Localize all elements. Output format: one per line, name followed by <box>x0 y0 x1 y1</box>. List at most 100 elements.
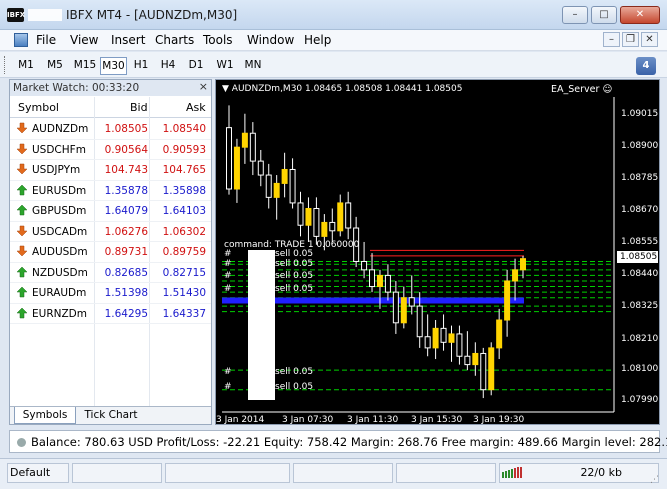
market-watch-row[interactable]: USDCADm 1.06276 1.06302 <box>10 222 211 242</box>
status-cell <box>165 463 290 483</box>
tab-symbols[interactable]: Symbols <box>14 407 76 424</box>
arrow-down-icon <box>16 122 28 134</box>
price-tick-label: 1.08325 <box>621 301 659 312</box>
bid-price: 0.89731 <box>104 246 148 258</box>
arrow-down-icon <box>16 143 28 154</box>
ask-price: 1.64103 <box>162 205 206 217</box>
market-watch-row[interactable]: USDJPYm 104.743 104.765 <box>10 160 211 181</box>
status-cell <box>396 463 496 483</box>
tab-tick-chart[interactable]: Tick Chart <box>76 407 146 424</box>
symbol-name: NZDUSDm <box>32 266 88 279</box>
app-icon: IBFX <box>7 8 25 22</box>
maximize-button[interactable]: □ <box>591 6 617 24</box>
account-balance-bar: Balance: 780.63 USD Profit/Loss: -22.21 … <box>9 430 667 453</box>
close-button[interactable]: ✕ <box>620 6 660 24</box>
bid-price: 1.64295 <box>104 307 148 320</box>
arrow-up-icon <box>16 266 28 277</box>
tf-d1[interactable]: D1 <box>186 57 206 75</box>
col-bid[interactable]: Bid <box>130 101 148 114</box>
col-ask[interactable]: Ask <box>186 101 206 114</box>
account-summary: Balance: 780.63 USD Profit/Loss: -22.21 … <box>31 435 667 449</box>
connection-meter-icon <box>502 467 522 478</box>
bid-price: 1.64079 <box>104 205 148 217</box>
arrow-down-icon <box>16 163 28 175</box>
market-watch-panel: Market Watch: 00:33:20 × Symbol Bid Ask … <box>9 79 212 425</box>
document-icon <box>14 33 28 47</box>
market-watch-header: Symbol Bid Ask <box>10 97 211 118</box>
toolbar-grip[interactable] <box>4 56 7 74</box>
tf-h4[interactable]: H4 <box>158 57 178 75</box>
bid-price: 1.08505 <box>104 123 148 135</box>
menu-file[interactable]: File <box>36 33 56 47</box>
market-watch-tabs: Symbols Tick Chart <box>10 406 211 424</box>
arrow-down-icon <box>16 225 28 236</box>
col-symbol[interactable]: Symbol <box>18 101 59 114</box>
tf-mn[interactable]: MN <box>241 57 265 75</box>
mdi-restore-button[interactable]: ❐ <box>622 32 639 47</box>
bid-price: 1.06276 <box>104 225 148 238</box>
chart-collapse-icon: ▼ <box>222 84 232 94</box>
menu-tools[interactable]: Tools <box>203 33 233 47</box>
price-tick-label: 1.08900 <box>621 141 659 152</box>
market-watch-row[interactable]: EURUSDm 1.35878 1.35898 <box>10 181 211 201</box>
order-marker: # <box>224 259 232 269</box>
menu-help[interactable]: Help <box>304 33 331 47</box>
order-label: sell 0.05 <box>275 249 314 259</box>
market-watch-row[interactable]: NZDUSDm 0.82685 0.82715 <box>10 263 211 283</box>
price-tick-label: 1.09015 <box>621 109 659 120</box>
bid-price: 1.35878 <box>104 184 148 197</box>
tf-h1[interactable]: H1 <box>131 57 151 75</box>
ask-price: 0.89759 <box>162 246 206 258</box>
arrow-up-icon <box>16 184 28 195</box>
market-watch-row[interactable]: AUDUSDm 0.89731 0.89759 <box>10 242 211 263</box>
tf-w1[interactable]: W1 <box>214 57 236 75</box>
status-cell <box>72 463 162 483</box>
ask-price: 1.64337 <box>162 307 206 320</box>
mdi-minimize-button[interactable]: – <box>603 32 620 47</box>
order-label: sell 0.05 <box>275 284 314 294</box>
minimize-button[interactable]: – <box>562 6 588 24</box>
ask-price: 0.90593 <box>162 143 206 156</box>
tf-m1[interactable]: M1 <box>16 57 36 75</box>
market-watch-close-icon[interactable]: × <box>199 80 208 93</box>
resize-grip-icon[interactable]: ⋰ <box>650 475 662 487</box>
chart-header: ▼ AUDNZDm,M30 1.08465 1.08508 1.08441 1.… <box>222 84 462 94</box>
symbol-name: GBPUSDm <box>32 205 87 217</box>
menu-view[interactable]: View <box>70 33 98 47</box>
market-watch-row[interactable]: AUDNZDm 1.08505 1.08540 <box>10 119 211 140</box>
symbol-name: USDJPYm <box>32 164 81 176</box>
price-tick-label: 1.08440 <box>621 269 659 280</box>
price-tick-label: 1.08210 <box>621 333 659 344</box>
symbol-name: EURUSDm <box>32 184 87 197</box>
market-watch-row[interactable]: GBPUSDm 1.64079 1.64103 <box>10 201 211 222</box>
ask-price: 1.35898 <box>162 184 206 197</box>
price-tick-label: 1.07990 <box>621 394 659 405</box>
price-tick-label: 1.08670 <box>621 205 659 216</box>
price-tick-label: 1.08100 <box>621 364 659 375</box>
menu-window[interactable]: Window <box>247 33 294 47</box>
symbol-name: USDCHFm <box>32 143 86 156</box>
order-label: sell 0.05 <box>275 271 314 281</box>
price-tick-label: 1.08785 <box>621 173 659 184</box>
profile-name[interactable]: Default <box>7 463 69 483</box>
smiley-icon: ☺ <box>602 84 613 95</box>
messages-icon[interactable]: 4 <box>636 57 656 75</box>
market-watch-row[interactable]: EURNZDm 1.64295 1.64337 <box>10 304 211 324</box>
order-marker: # <box>224 271 232 281</box>
tf-m30[interactable]: M30 <box>100 57 127 75</box>
symbol-name: AUDUSDm <box>32 246 88 258</box>
menu-charts[interactable]: Charts <box>155 33 194 47</box>
bid-price: 0.82685 <box>104 266 148 279</box>
mdi-close-button[interactable]: ✕ <box>641 32 658 47</box>
menu-insert[interactable]: Insert <box>111 33 145 47</box>
time-tick-label: 3 Jan 07:30 <box>282 415 334 425</box>
market-watch-row[interactable]: USDCHFm 0.90564 0.90593 <box>10 140 211 160</box>
tf-m15[interactable]: M15 <box>72 57 98 75</box>
time-tick-label: 3 Jan 2014 <box>216 415 265 425</box>
market-watch-row[interactable]: EURAUDm 1.51398 1.51430 <box>10 283 211 304</box>
order-marker: # <box>224 382 232 392</box>
ask-price: 104.765 <box>162 164 206 176</box>
tf-m5[interactable]: M5 <box>44 57 66 75</box>
symbol-name: EURAUDm <box>32 287 87 299</box>
order-label: sell 0.05 <box>275 367 314 377</box>
